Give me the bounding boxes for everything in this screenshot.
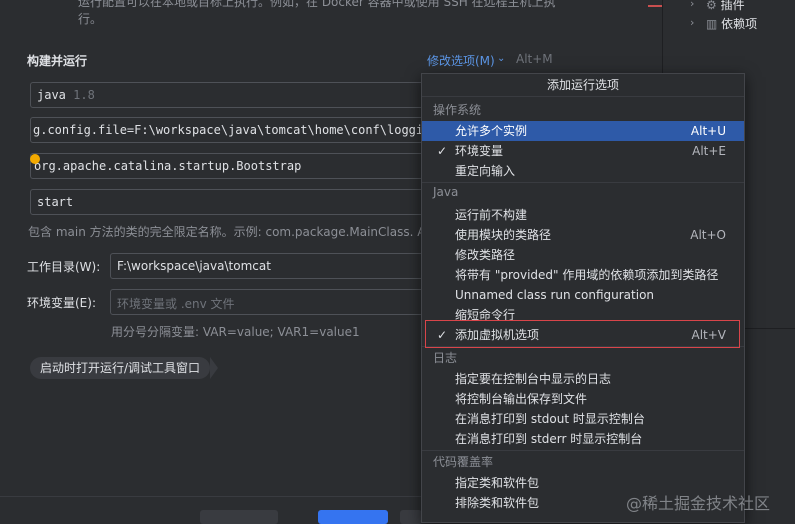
- modify-options-shortcut: Alt+M: [516, 52, 553, 66]
- main-class-value: org.apache.catalina.startup.Bootstrap: [34, 159, 302, 173]
- program-arguments-field[interactable]: start: [30, 189, 430, 215]
- bottom-button[interactable]: [200, 510, 278, 524]
- popup-menu-item-label: 指定类和软件包: [455, 476, 540, 490]
- popup-menu-item[interactable]: ✓ 环境变量 Alt+E: [422, 141, 744, 161]
- cancel-button[interactable]: [400, 510, 422, 524]
- chevron-right-icon[interactable]: ›: [690, 16, 694, 29]
- warning-dot-icon: [30, 154, 40, 164]
- popup-menu-item-shortcut: Alt+U: [690, 124, 726, 138]
- popup-menu-item-label: 重定向输入: [455, 164, 516, 178]
- popup-menu-item[interactable]: 修改类路径: [422, 245, 744, 265]
- popup-menu-item[interactable]: 在消息打印到 stdout 时显示控制台: [422, 409, 744, 429]
- checkmark-icon: ✓: [436, 144, 448, 158]
- popup-group-title: 代码覆盖率: [433, 455, 494, 469]
- popup-menu-item[interactable]: 将控制台输出保存到文件: [422, 389, 744, 409]
- popup-menu-item[interactable]: 运行前不构建: [422, 205, 744, 225]
- popup-menu-item-shortcut: Alt+O: [690, 228, 726, 242]
- group-separator: [422, 450, 744, 451]
- working-directory-label: 工作目录(W):: [27, 260, 101, 274]
- tree-item-dependencies-label: 依赖项: [721, 17, 758, 31]
- error-indicator: [648, 5, 662, 7]
- open-tool-window-option[interactable]: 启动时打开运行/调试工具窗口: [30, 357, 219, 379]
- tree-item-plugins[interactable]: ⚙ 插件: [706, 0, 745, 13]
- chevron-right-icon[interactable]: ›: [690, 0, 694, 10]
- highlight-annotation-box: [425, 320, 740, 348]
- popup-menu-item[interactable]: 指定要在控制台中显示的日志: [422, 369, 744, 389]
- popup-menu-item-label: 将带有 "provided" 作用域的依赖项添加到类路径: [455, 268, 719, 282]
- popup-menu-item[interactable]: Unnamed class run configuration: [422, 285, 744, 305]
- popup-menu-item-label: 使用模块的类路径: [455, 228, 552, 242]
- plugin-icon: ⚙: [706, 0, 717, 12]
- popup-group-title: Java: [433, 185, 459, 199]
- popup-menu-item-label: 环境变量: [455, 144, 504, 158]
- env-vars-field[interactable]: 环境变量或 .env 文件: [110, 289, 430, 315]
- build-and-run-title: 构建并运行: [27, 54, 88, 68]
- env-vars-placeholder: 环境变量或 .env 文件: [117, 297, 235, 311]
- popup-group-title: 日志: [433, 351, 458, 365]
- popup-menu-item[interactable]: 重定向输入: [422, 161, 744, 181]
- popup-menu-item-label: 排除类和软件包: [455, 496, 540, 510]
- ok-button[interactable]: [318, 510, 388, 524]
- main-class-field[interactable]: org.apache.catalina.startup.Bootstrap: [30, 153, 430, 179]
- popup-menu-item-label: 修改类路径: [455, 248, 516, 262]
- popup-title: 添加运行选项: [422, 74, 744, 97]
- working-directory-value: F:\workspace\java\tomcat: [117, 259, 271, 273]
- popup-menu-item-label: 在消息打印到 stdout 时显示控制台: [455, 412, 645, 426]
- run-target-note-line1: 运行配置可以在本地或目标上执行。例如，在 Docker 容器中或使用 SSH 在…: [78, 0, 556, 9]
- popup-group-title: 操作系统: [433, 103, 482, 117]
- main-class-hint: 包含 main 方法的类的完全限定名称。示例: com.package.Main…: [28, 225, 429, 239]
- popup-menu-item-label: 指定要在控制台中显示的日志: [455, 372, 612, 386]
- popup-menu-item[interactable]: 在消息打印到 stderr 时显示控制台: [422, 429, 744, 449]
- jdk-version: 1.8: [73, 88, 95, 102]
- env-vars-hint: 用分号分隔变量: VAR=value; VAR1=value1: [111, 325, 360, 339]
- tree-item-plugins-label: 插件: [720, 0, 745, 12]
- popup-menu-item-label: 运行前不构建: [455, 208, 528, 222]
- run-target-note-line2: 行。: [78, 12, 103, 26]
- working-directory-field[interactable]: F:\workspace\java\tomcat: [110, 253, 430, 279]
- dependencies-icon: ▥: [706, 17, 718, 31]
- tree-item-dependencies[interactable]: ▥ 依赖项: [706, 15, 757, 32]
- popup-menu-item-label: 将控制台输出保存到文件: [455, 392, 588, 406]
- popup-menu-item-shortcut: Alt+E: [692, 144, 726, 158]
- watermark: @稀土掘金技术社区: [626, 494, 771, 513]
- chevron-down-icon[interactable]: ⌄: [497, 53, 505, 64]
- popup-menu-item[interactable]: 将带有 "provided" 作用域的依赖项添加到类路径: [422, 265, 744, 285]
- env-vars-label: 环境变量(E):: [27, 296, 96, 310]
- add-run-options-popup: 添加运行选项 操作系统允许多个实例 Alt+U ✓ 环境变量 Alt+E 重定向输入 Jav…: [421, 73, 745, 523]
- jdk-value: java: [37, 88, 66, 102]
- modify-options-link[interactable]: 修改选项(M): [427, 52, 495, 69]
- popup-menu-item-label: Unnamed class run configuration: [455, 288, 655, 302]
- popup-menu-item[interactable]: 允许多个实例 Alt+U: [422, 121, 744, 141]
- program-arguments-value: start: [37, 195, 74, 209]
- run-target-note: 运行配置可以在本地或目标上执行。例如，在 Docker 容器中或使用 SSH 在…: [78, 0, 618, 28]
- vm-options-field[interactable]: g.config.file=F:\workspace\java\tomcat\h…: [30, 117, 430, 143]
- popup-menu-item-label: 在消息打印到 stderr 时显示控制台: [455, 432, 643, 446]
- group-separator: [422, 182, 744, 183]
- popup-menu-item-label: 允许多个实例: [455, 124, 528, 138]
- popup-menu-item[interactable]: 使用模块的类路径 Alt+O: [422, 225, 744, 245]
- vm-options-value: g.config.file=F:\workspace\java\tomcat\h…: [33, 123, 430, 137]
- jdk-select[interactable]: java 1.8: [30, 82, 430, 108]
